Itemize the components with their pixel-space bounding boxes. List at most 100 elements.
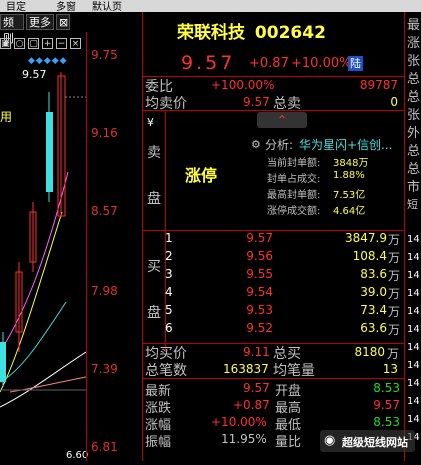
order-ratio-pct: +100.00% [211,78,275,92]
avg-lot-label: 均笔量 [273,363,315,379]
buy-book-row[interactable]: 4 9.54 39.0 万 [143,285,404,303]
stat-label: 量比 [275,435,302,450]
avg-lot-value: 13 [382,362,398,376]
strip-char: 外 [407,126,421,141]
avg-bid-value: 9.11 [243,345,270,359]
buy-book-row[interactable]: 2 9.56 108.4 万 [143,249,404,267]
top-menu-bar: 目定 多窗 默认页 [0,0,421,12]
chart-icon-bar: ▣ ○ ▢ + − × [0,38,85,52]
divider-line [143,110,404,111]
strip-char: 总 [407,72,421,87]
y-tick: 7.98 [91,284,118,298]
stat-row: 最新 9.57 开盘 8.53 [143,380,404,399]
buy-unit: 万 [388,305,401,319]
seal-amount-label: 当前封单额: [267,158,321,169]
strip-char: 总 [407,162,421,177]
price-change: +0.87 [249,56,289,71]
settings-icon[interactable]: ⚙ [251,138,261,151]
buy-level: 3 [165,267,173,281]
zoom-in-icon[interactable]: + [42,38,53,49]
buy-book-row[interactable]: 3 9.55 83.6 万 [143,267,404,285]
stock-name: 荣联科技 [177,23,245,43]
stat-label: 振幅 [145,435,172,450]
wechat-icon: ◉ [324,433,336,448]
buy-level: 4 [165,285,173,299]
ring-icon[interactable]: ○ [14,38,25,49]
limit-up-label: 涨停 [185,166,218,185]
buy-volume: 83.6 [360,267,387,281]
buy-price: 9.57 [246,231,273,245]
buy-unit: 万 [388,287,401,301]
menu-item-3[interactable]: 默认页 [92,0,122,12]
stat-value: +10.00% [211,415,267,429]
strip-char: 张 [407,108,421,123]
strip-time: 14 [407,306,420,317]
checkbox-icon[interactable]: ▣ [0,38,11,49]
buy-level: 6 [165,321,173,335]
quote-panel: 荣联科技 002642 9.57 +0.87 +10.00% 陆 委比 +100… [143,12,404,461]
buy-volume: 39.0 [360,285,387,299]
avg-ask-value: 9.57 [243,95,270,109]
strip-time: 14 [407,378,420,389]
analysis-value[interactable]: 华为星闪+信创... [299,136,393,153]
toolbar-button-freq[interactable]: 频则 [0,14,24,45]
toolbar-button-more[interactable]: 更多 [26,14,54,30]
stat-value: +0.87 [233,398,270,412]
buy-unit: 万 [388,251,401,265]
candlestick-chart[interactable]: 9.57 用 6.60 [0,52,89,461]
price-marker: 9.57 [22,68,47,81]
watermark: ◉ 超级短线网站 [320,430,415,452]
strip-time: 14 [407,414,420,425]
strip-time: 14 [407,288,420,299]
sell-side-char-2: 盘 [147,191,161,207]
buy-book-row[interactable]: 5 9.53 73.4 万 [143,303,404,321]
divider-line [143,76,404,77]
collapse-chevron-icon[interactable]: ⌃ [257,112,307,128]
toolbar-arrow-button[interactable]: ⊠ [56,14,70,30]
stat-value: 8.53 [373,415,400,429]
strip-time: 14 [407,270,420,281]
menu-item-2[interactable]: 多窗 [56,0,76,12]
stat-value: 9.57 [243,381,270,395]
stock-code: 002642 [254,23,326,43]
trade-count-label: 总笔数 [145,363,187,379]
buy-volume: 63.6 [360,321,387,335]
stock-title: 荣联科技 002642 [177,18,326,43]
menu-item-1[interactable]: 目定 [6,0,26,12]
trade-count-value: 163837 [223,362,269,376]
stat-value: 9.57 [373,398,400,412]
total-ask-value: 0 [390,95,398,109]
zoom-out-icon[interactable]: − [56,38,67,49]
strip-char: 总 [407,90,421,105]
buy-volume: 73.4 [360,303,387,317]
strip-time: 14 [407,252,420,263]
buy-level: 5 [165,303,173,317]
diamond-markers: ◆◆◆◆◆ [28,56,68,66]
max-seal-value: 7.53亿 [333,190,366,201]
chart-side-label: 用 [0,110,13,124]
strip-time: 14 [407,360,420,371]
buy-price: 9.56 [246,249,273,263]
buy-book-row[interactable]: 1 9.57 3847.9 万 [143,231,404,249]
connect-tag[interactable]: 陆 [348,56,363,71]
seal-amount-value: 3848万 [333,158,369,169]
total-bid-unit: 万 [387,347,400,361]
buy-book-row[interactable]: 6 9.52 63.6 万 [143,321,404,339]
strip-time: 14 [407,234,420,245]
chart-bottom-label: 6.60 [66,450,89,461]
chart-canvas [0,72,87,408]
buy-unit: 万 [388,269,401,283]
y-tick: 6.81 [91,440,118,454]
yen-icon: ¥ [147,116,154,129]
strip-char: 最 [407,18,421,33]
stat-row: 涨跌 +0.87 最高 9.57 [143,397,404,416]
strip-time: 14 [407,342,420,353]
close-icon[interactable]: × [70,38,81,49]
strip-char: 市 [407,180,421,195]
right-side-strip: 最 涨 张 总 总 张 外 总 总 市 短 14 14 14 14 14 14 … [404,12,421,461]
strip-time: 14 [407,396,420,407]
buy-price: 9.54 [246,285,273,299]
strip-time: 14 [407,324,420,335]
buy-unit: 万 [388,233,401,247]
square-icon[interactable]: ▢ [28,38,39,49]
